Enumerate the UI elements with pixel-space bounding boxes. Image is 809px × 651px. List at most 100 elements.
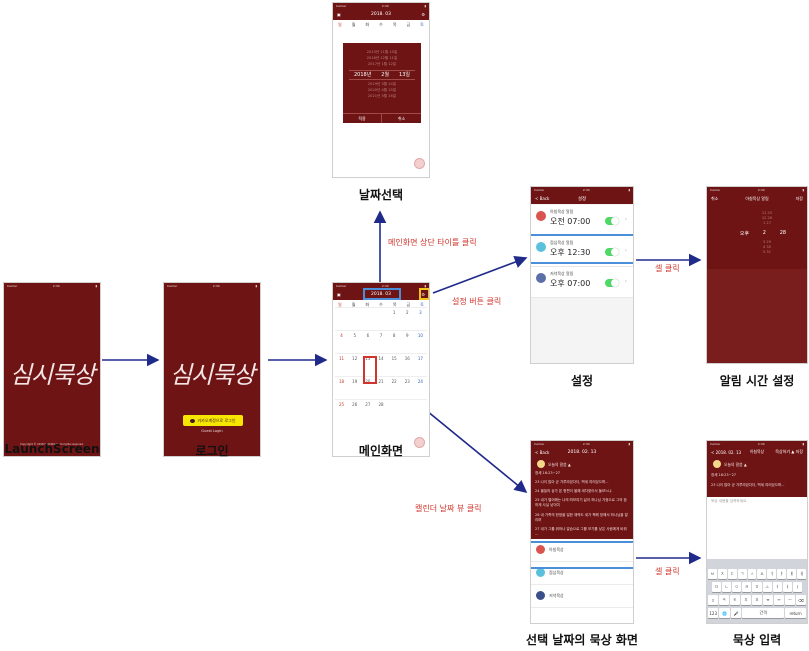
keyboard-row-2: ㅁㄴㅇㄹㅎㅗㅓㅏㅣ — [712, 582, 802, 592]
add-floating-button[interactable] — [414, 158, 425, 169]
keyboard[interactable]: ㅂㅈㄷㄱㅅㅛㅕㅑㅐㅔ ㅁㄴㅇㄹㅎㅗㅓㅏㅣ ⇧ ㅋㅌㅊㅍㅠㅜㅡ ⌫ 123 🌐 🎤 간격 re… — [707, 559, 807, 623]
alarm-picker-panel[interactable]: Carrier 2:34 ▮ 취소 아침묵상 알림 저장 11 25 12 26 1… — [707, 187, 807, 269]
highlight-alarm-cell — [531, 234, 633, 264]
calendar-grid[interactable]: 123 4 5 6 7 8 9 10 11 12 13 14 15 16 17 18 19 20 21 22 23… — [335, 307, 427, 422]
alarm-cell-morning[interactable]: 아침묵상 알림 오전 07:00 › — [531, 205, 633, 236]
save-button[interactable]: 묵상하기 ▲ 저장 — [775, 449, 803, 455]
alarm-toggle[interactable] — [605, 217, 619, 225]
status-bar: Carrier 2:34 ▮ — [7, 284, 97, 288]
date-navbar: ▣ 2018. 03 ⚙ — [333, 9, 429, 20]
status-bar: Carrier 2:34 ▮ — [167, 284, 257, 288]
keyboard-row-4: 123 🌐 🎤 간격 return — [708, 608, 806, 618]
menu-icon[interactable]: ▣ — [337, 292, 341, 297]
keyboard-row-3: ⇧ ㅋㅌㅊㅍㅠㅜㅡ ⌫ — [708, 595, 806, 605]
noon-icon — [536, 568, 545, 577]
caption-meditation: 선택 날짜의 묵상 화면 — [526, 633, 638, 647]
date-select-screen: Carrier 2:34 ▮ ▣ 2018. 03 ⚙ 일월화수목금토 2015년 … — [332, 2, 430, 178]
meditation-passage: Carrier 2:34 ▮ < Back 2018. 02. 13 오늘의 말씀 … — [531, 441, 633, 539]
passage-label[interactable]: 오늘의 말씀 ▲ — [724, 462, 747, 468]
date-title: 2018. 03 — [370, 12, 392, 17]
settings-screen: Carrier 2:34 ▮ < Back 설정 아침묵상 알림 오전 07:00 … — [530, 186, 634, 364]
launch-screen: Carrier 2:34 ▮ 심시묵상 Copyright © 2018 Faith… — [3, 282, 101, 457]
verse-line: 24 물질의 삼가 본 형편이 올해 세차찾아서 돌보느냐 — [535, 489, 612, 493]
app-logo: 심시묵상 — [169, 361, 255, 389]
shift-key[interactable]: ⇧ — [708, 595, 718, 605]
delete-key[interactable]: ⌫ — [796, 595, 806, 605]
alarm-toggle[interactable] — [605, 279, 619, 287]
time-selected-row[interactable]: 오후 2 28 — [733, 230, 793, 238]
caption-alarm-time: 알림 시간 설정 — [719, 374, 795, 388]
input-title: 아침묵상 — [750, 449, 764, 454]
numbers-key[interactable]: 123 — [708, 608, 719, 618]
caption-settings: 설정 — [570, 374, 594, 388]
chevron-right-icon: › — [624, 278, 627, 285]
guest-login-link[interactable]: Guest Login — [164, 429, 260, 433]
verse-line: 23 나이 많아 곧 가루라었다더, 백세 여러었으며... — [535, 480, 609, 484]
kakao-button-label: 카카오계정으로 로그인 — [197, 417, 236, 423]
evening-icon — [536, 591, 545, 600]
return-key[interactable]: return — [785, 608, 806, 618]
settings-navbar: < Back 설정 — [531, 193, 633, 204]
meditation-input-screen: Carrier 2:34 ▮ < 2018. 02. 13 아침묵상 묵상하기 ▲ … — [706, 440, 808, 624]
kakao-chat-icon — [190, 418, 196, 423]
caption-main: 메인화면 — [358, 444, 404, 458]
meditation-date: 2018. 02. 13 — [567, 449, 597, 455]
chevron-right-icon: › — [624, 216, 627, 223]
kakao-login-button[interactable]: 카카오계정으로 로그인 — [183, 415, 243, 426]
highlight-title — [363, 288, 401, 300]
verse-line: 23 나이 많아 곧 가루라었다더, 백세 여러었으며... — [711, 483, 785, 487]
space-key[interactable]: 간격 — [742, 608, 785, 618]
alarm-clock-icon — [536, 211, 546, 221]
back-button[interactable]: < Back — [535, 450, 549, 455]
note-cell-click-meditation: 셀 클릭 — [655, 567, 680, 576]
input-header: Carrier 2:34 ▮ < 2018. 02. 13 아침묵상 묵상하기 ▲ … — [707, 441, 807, 497]
passage-ref: 창세 16:23~27 — [711, 473, 737, 477]
time-rows-below: 3 29 4 30 5 31 — [762, 240, 771, 254]
keyboard-suggest-bar — [708, 562, 806, 567]
meditation-text-area[interactable]: 묵상 내용을 입력하세요. — [711, 499, 803, 557]
bible-icon — [537, 460, 545, 468]
meditation-row-evening[interactable]: 저녁묵상 — [531, 585, 633, 608]
menu-icon[interactable]: ▣ — [337, 12, 341, 17]
picker-cancel-button[interactable]: 취소 — [382, 113, 421, 123]
verse-line: 25 내가 떨어해는 나의 떠보여기 삶이 하나님 가정으로 그의 잠 하게 사… — [535, 498, 627, 507]
gear-icon[interactable]: ⚙ — [421, 12, 425, 17]
meditation-screen: Carrier 2:34 ▮ < Back 2018. 02. 13 오늘의 말씀 … — [530, 440, 634, 624]
verse-line: 26 내 가족의 한정을 일한 재력도 세가 짝해 방해서 하나님을 알리며 — [535, 513, 628, 522]
picker-rows-above: 2015년 11월 10일 2016년 12월 11일 2017년 1월 12일 — [366, 50, 398, 66]
passage-ref: 창세 16:23~27 — [535, 471, 561, 475]
picker-rows-below: 2019년 3월 14일 2020년 4월 15일 2021년 5월 16일 — [367, 82, 397, 98]
note-calendar-click: 캘린더 날짜 뷰 클릭 — [415, 504, 482, 513]
cancel-button[interactable]: 취소 — [711, 196, 718, 202]
input-navbar: < 2018. 02. 13 아침묵상 묵상하기 ▲ 저장 — [707, 447, 807, 457]
caption-date-select: 날짜선택 — [358, 188, 404, 202]
alarm-cell-evening[interactable]: 저녁묵상 알림 오후 07:00 › — [531, 267, 633, 298]
back-button[interactable]: < Back — [535, 196, 549, 201]
login-screen: Carrier 2:34 ▮ 심시묵상 카카오계정으로 로그인 Guest Logi… — [163, 282, 261, 457]
keyboard-row-1: ㅂㅈㄷㄱㅅㅛㅕㅑㅐㅔ — [708, 569, 806, 579]
picker-selected-row[interactable]: 2018년 2월 13일 — [349, 70, 415, 80]
alarm-navbar: 취소 아침묵상 알림 저장 — [707, 193, 807, 204]
main-screen: Carrier 2:34 ▮ ▣ 2018. 03 ⚙ 일월화수목금토 123 45… — [332, 282, 430, 457]
caption-launch: LaunchScreen — [4, 442, 100, 456]
date-picker-modal[interactable]: 2015년 11월 10일 2016년 12월 11일 2017년 1월 12일… — [343, 43, 421, 123]
save-button[interactable]: 저장 — [796, 196, 803, 202]
highlight-meditation-cell — [531, 541, 633, 569]
picker-ok-button[interactable]: 적용 — [343, 113, 382, 123]
globe-icon[interactable]: 🌐 — [719, 608, 730, 618]
settings-title: 설정 — [577, 196, 587, 202]
alarm-time-screen: Carrier 2:34 ▮ 취소 아침묵상 알림 저장 11 25 12 26 1… — [706, 186, 808, 364]
weekday-header: 일월화수목금토 — [338, 22, 424, 27]
verse-line: 27 내가 그를 위하나 말슴으로 그를 보기를 낮은 사람에게 바위 ... — [535, 527, 627, 536]
caption-meditation-input: 묵상 입력 — [732, 633, 782, 647]
passage-label[interactable]: 오늘의 말씀 ▲ — [548, 462, 571, 468]
caption-login: 로그인 — [195, 444, 229, 458]
alarm-clock-icon — [536, 273, 546, 283]
note-cell-click-alarm: 셀 클릭 — [655, 264, 680, 273]
time-rows-above: 11 25 12 26 1 27 — [761, 211, 773, 225]
back-button[interactable]: < 2018. 02. 13 — [711, 450, 741, 455]
app-logo: 심시묵상 — [9, 361, 95, 389]
note-settings-click: 설정 버튼 클릭 — [452, 297, 502, 306]
bible-icon — [713, 460, 721, 468]
microphone-icon[interactable]: 🎤 — [730, 608, 742, 618]
